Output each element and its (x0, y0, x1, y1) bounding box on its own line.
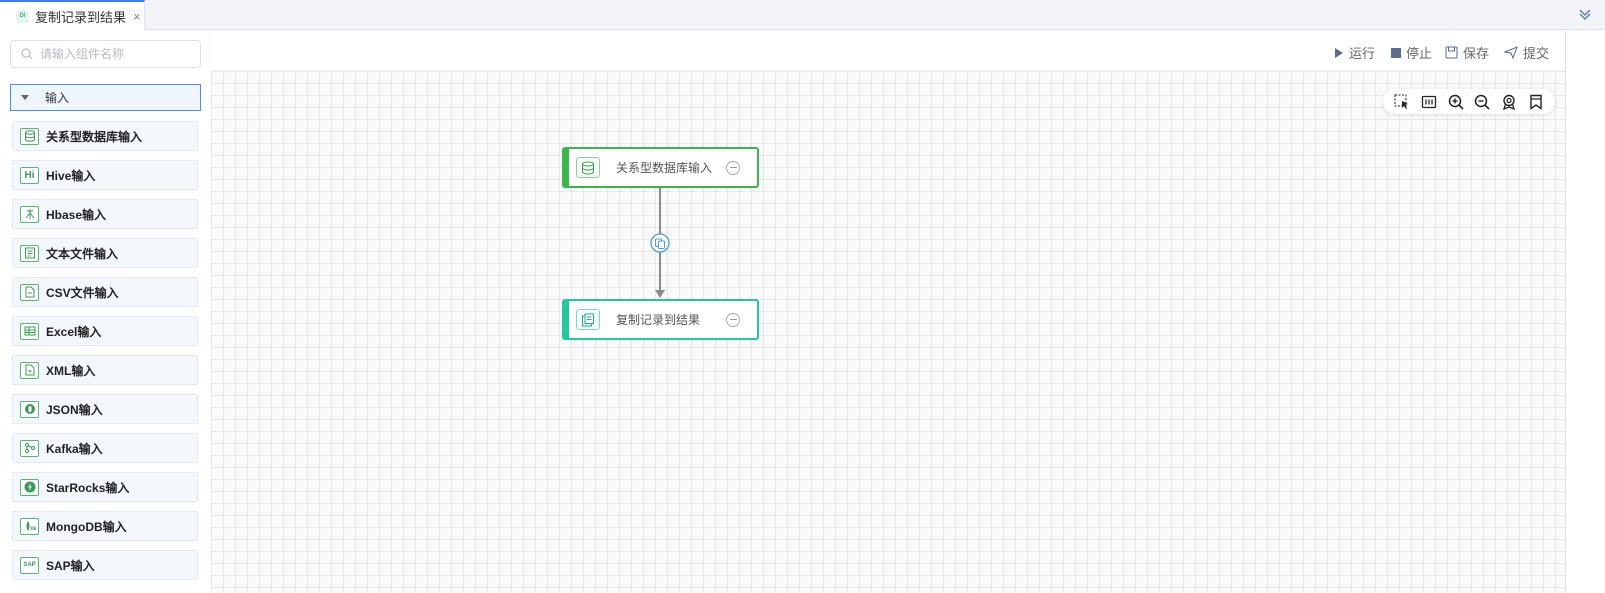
tab-label: 复制记录到结果 (35, 9, 127, 25)
stop-icon (1391, 47, 1401, 58)
sap-icon: SAP (20, 556, 39, 574)
component-label: 文本文件输入 (46, 246, 119, 261)
search-icon (21, 48, 33, 60)
component-label: Kafka输入 (46, 441, 103, 456)
component-label: XML输入 (46, 363, 96, 378)
save-icon (1445, 46, 1458, 59)
minus-circle-icon[interactable] (726, 312, 740, 327)
component-label: JSON输入 (46, 402, 103, 417)
svg-text:DB: DB (30, 526, 36, 531)
database-icon (576, 157, 600, 178)
component-item[interactable]: SAP SAP输入 (12, 550, 198, 580)
component-label: 关系型数据库输入 (46, 129, 143, 144)
save-button[interactable]: 保存 (1445, 43, 1489, 62)
component-item[interactable]: Hbase输入 (12, 199, 198, 229)
zoom-in-icon[interactable] (1447, 93, 1465, 111)
flow-canvas[interactable] (211, 71, 1565, 593)
save-label: 保存 (1463, 46, 1490, 61)
component-item[interactable]: CSV文件输入 (12, 277, 198, 307)
fit-view-icon[interactable] (1420, 93, 1438, 111)
right-panel-edge (1565, 31, 1605, 593)
component-label: CSV文件输入 (46, 285, 119, 300)
editor-toolbar: 运行 停止 保存 提交 (211, 31, 1565, 70)
di-icon: DI (16, 9, 29, 23)
flow-node-db-input[interactable]: 关系型数据库输入 (562, 147, 759, 188)
send-icon (1504, 46, 1518, 59)
component-label: MongoDB输入 (46, 519, 127, 534)
component-item[interactable]: Excel输入 (12, 316, 198, 346)
submit-button[interactable]: 提交 (1504, 43, 1549, 62)
component-sidebar: 输入 关系型数据库输入 Hi Hive输入 Hbase输入 (0, 31, 211, 593)
select-area-icon[interactable] (1393, 93, 1411, 111)
app-root: DI 复制记录到结果 × 输入 关系型数据库输入 (0, 0, 1605, 593)
component-label: StarRocks输入 (46, 480, 130, 495)
text-file-icon (20, 244, 39, 262)
tab-copy-records[interactable]: DI 复制记录到结果 × (0, 0, 145, 30)
component-item[interactable]: 文本文件输入 (12, 238, 198, 268)
component-item[interactable]: JSON输入 (12, 394, 198, 424)
component-item[interactable]: Hi Hive输入 (12, 160, 198, 190)
hbase-icon (20, 205, 39, 223)
copy-records-icon[interactable] (650, 233, 670, 253)
flow-node-copy-records[interactable]: 复制记录到结果 (562, 299, 759, 340)
component-item[interactable]: DB MongoDB输入 (12, 511, 198, 541)
tab-bar: DI 复制记录到结果 × (0, 0, 1605, 30)
hive-icon: Hi (20, 166, 39, 184)
starrocks-icon (20, 478, 39, 496)
caret-down-icon (21, 95, 29, 100)
component-search-input[interactable] (40, 47, 190, 61)
xml-icon (20, 361, 39, 379)
flow-edge[interactable] (568, 188, 768, 303)
play-icon (1335, 47, 1343, 58)
zoom-out-icon[interactable] (1473, 93, 1491, 111)
submit-label: 提交 (1523, 46, 1550, 61)
json-icon (20, 400, 39, 418)
stop-label: 停止 (1406, 46, 1433, 61)
minus-circle-icon[interactable] (726, 160, 740, 175)
component-item[interactable]: StarRocks输入 (12, 472, 198, 502)
close-icon[interactable]: × (133, 10, 141, 23)
component-label: SAP输入 (46, 558, 95, 573)
kafka-icon (20, 439, 39, 457)
stop-button[interactable]: 停止 (1391, 43, 1432, 62)
component-item[interactable]: XML输入 (12, 355, 198, 385)
node-label: 关系型数据库输入 (616, 161, 713, 175)
group-header-input[interactable]: 输入 (10, 84, 201, 111)
excel-icon (20, 322, 39, 340)
run-label: 运行 (1349, 46, 1376, 61)
csv-file-icon (20, 283, 39, 301)
mongodb-icon: DB (20, 517, 39, 535)
double-chevron-down-icon[interactable] (1577, 6, 1593, 22)
component-item[interactable]: 关系型数据库输入 (12, 121, 198, 151)
component-list: 关系型数据库输入 Hi Hive输入 Hbase输入 文本文件输入 CSV文件输… (12, 121, 198, 589)
badge-icon[interactable] (1500, 93, 1518, 111)
node-label: 复制记录到结果 (616, 313, 701, 327)
search-box (10, 40, 201, 68)
canvas-toolbar (1383, 89, 1555, 114)
group-label: 输入 (45, 91, 70, 105)
component-label: Excel输入 (46, 324, 102, 339)
component-item[interactable]: Kafka输入 (12, 433, 198, 463)
bookmark-icon[interactable] (1527, 93, 1545, 111)
component-label: Hbase输入 (46, 207, 107, 222)
run-button[interactable]: 运行 (1334, 43, 1375, 62)
copy-records-icon (576, 309, 600, 330)
component-label: Hive输入 (46, 168, 96, 183)
database-icon (20, 127, 39, 145)
